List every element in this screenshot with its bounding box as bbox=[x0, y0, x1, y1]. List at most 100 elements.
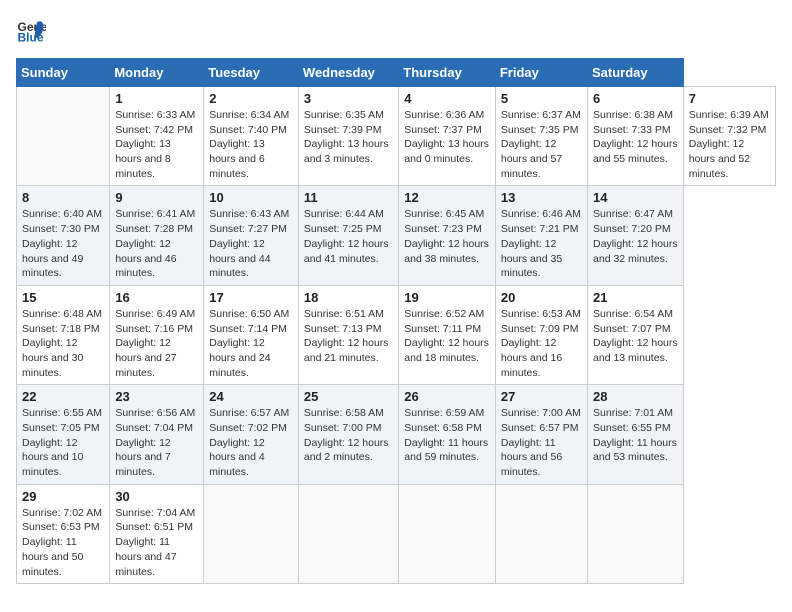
calendar-day-cell: 5 Sunrise: 6:37 AMSunset: 7:35 PMDaylight… bbox=[495, 87, 587, 186]
calendar-day-cell: 1 Sunrise: 6:33 AMSunset: 7:42 PMDaylight… bbox=[110, 87, 204, 186]
calendar-day-cell: 20 Sunrise: 6:53 AMSunset: 7:09 PMDayligh… bbox=[495, 285, 587, 384]
day-number: 2 bbox=[209, 91, 293, 106]
day-number: 29 bbox=[22, 489, 104, 504]
day-number: 18 bbox=[304, 290, 393, 305]
day-info: Sunrise: 6:46 AMSunset: 7:21 PMDaylight:… bbox=[501, 207, 582, 280]
day-info: Sunrise: 6:43 AMSunset: 7:27 PMDaylight:… bbox=[209, 207, 293, 280]
day-info: Sunrise: 6:54 AMSunset: 7:07 PMDaylight:… bbox=[593, 307, 678, 366]
calendar-day-cell: 18 Sunrise: 6:51 AMSunset: 7:13 PMDayligh… bbox=[298, 285, 398, 384]
day-number: 10 bbox=[209, 190, 293, 205]
calendar-day-cell: 30Sunrise: 7:04 AMSunset: 6:51 PMDayligh… bbox=[110, 484, 204, 583]
day-info: Sunrise: 6:38 AMSunset: 7:33 PMDaylight:… bbox=[593, 108, 678, 167]
day-number: 13 bbox=[501, 190, 582, 205]
day-info: Sunrise: 6:57 AMSunset: 7:02 PMDaylight:… bbox=[209, 406, 293, 479]
calendar-week-row: 1 Sunrise: 6:33 AMSunset: 7:42 PMDaylight… bbox=[17, 87, 776, 186]
calendar-day-cell: 7Sunrise: 6:39 AMSunset: 7:32 PMDaylight… bbox=[683, 87, 775, 186]
calendar-week-row: 8Sunrise: 6:40 AMSunset: 7:30 PMDaylight… bbox=[17, 186, 776, 285]
calendar-week-row: 29 Sunrise: 7:02 AMSunset: 6:53 PMDayligh… bbox=[17, 484, 776, 583]
calendar-day-cell: 12 Sunrise: 6:45 AMSunset: 7:23 PMDayligh… bbox=[399, 186, 496, 285]
calendar-day-cell: 17 Sunrise: 6:50 AMSunset: 7:14 PMDayligh… bbox=[204, 285, 299, 384]
calendar-day-cell: 28 Sunrise: 7:01 AMSunset: 6:55 PMDayligh… bbox=[588, 385, 684, 484]
day-info: Sunrise: 7:00 AMSunset: 6:57 PMDaylight:… bbox=[501, 406, 582, 479]
day-number: 24 bbox=[209, 389, 293, 404]
logo-icon: General Blue bbox=[16, 16, 46, 46]
day-number: 27 bbox=[501, 389, 582, 404]
day-number: 28 bbox=[593, 389, 678, 404]
calendar-day-cell: 22Sunrise: 6:55 AMSunset: 7:05 PMDayligh… bbox=[17, 385, 110, 484]
day-number: 14 bbox=[593, 190, 678, 205]
day-info: Sunrise: 6:40 AMSunset: 7:30 PMDaylight:… bbox=[22, 207, 104, 280]
day-info: Sunrise: 6:35 AMSunset: 7:39 PMDaylight:… bbox=[304, 108, 393, 167]
calendar-day-cell: 26Sunrise: 6:59 AMSunset: 6:58 PMDayligh… bbox=[399, 385, 496, 484]
day-number: 23 bbox=[115, 389, 198, 404]
day-number: 21 bbox=[593, 290, 678, 305]
day-info: Sunrise: 6:47 AMSunset: 7:20 PMDaylight:… bbox=[593, 207, 678, 266]
day-of-week-header: Friday bbox=[495, 59, 587, 87]
day-info: Sunrise: 7:01 AMSunset: 6:55 PMDaylight:… bbox=[593, 406, 678, 465]
calendar-week-row: 15Sunrise: 6:48 AMSunset: 7:18 PMDayligh… bbox=[17, 285, 776, 384]
day-number: 16 bbox=[115, 290, 198, 305]
svg-text:Blue: Blue bbox=[18, 31, 44, 45]
day-of-week-header: Monday bbox=[110, 59, 204, 87]
calendar-day-cell: 15Sunrise: 6:48 AMSunset: 7:18 PMDayligh… bbox=[17, 285, 110, 384]
day-number: 1 bbox=[115, 91, 198, 106]
day-info: Sunrise: 6:53 AMSunset: 7:09 PMDaylight:… bbox=[501, 307, 582, 380]
day-of-week-header: Thursday bbox=[399, 59, 496, 87]
calendar-day-cell: 24 Sunrise: 6:57 AMSunset: 7:02 PMDayligh… bbox=[204, 385, 299, 484]
calendar-day-cell: 3 Sunrise: 6:35 AMSunset: 7:39 PMDaylight… bbox=[298, 87, 398, 186]
day-info: Sunrise: 6:56 AMSunset: 7:04 PMDaylight:… bbox=[115, 406, 198, 479]
day-info: Sunrise: 6:37 AMSunset: 7:35 PMDaylight:… bbox=[501, 108, 582, 181]
day-number: 3 bbox=[304, 91, 393, 106]
day-of-week-header: Sunday bbox=[17, 59, 110, 87]
calendar-day-cell: 21 Sunrise: 6:54 AMSunset: 7:07 PMDayligh… bbox=[588, 285, 684, 384]
day-number: 5 bbox=[501, 91, 582, 106]
day-info: Sunrise: 7:02 AMSunset: 6:53 PMDaylight:… bbox=[22, 506, 104, 579]
day-info: Sunrise: 6:34 AMSunset: 7:40 PMDaylight:… bbox=[209, 108, 293, 181]
day-number: 30 bbox=[115, 489, 198, 504]
calendar-day-cell: 4Sunrise: 6:36 AMSunset: 7:37 PMDaylight… bbox=[399, 87, 496, 186]
calendar-day-cell: 11 Sunrise: 6:44 AMSunset: 7:25 PMDayligh… bbox=[298, 186, 398, 285]
calendar-day-cell: 27 Sunrise: 7:00 AMSunset: 6:57 PMDayligh… bbox=[495, 385, 587, 484]
day-info: Sunrise: 6:45 AMSunset: 7:23 PMDaylight:… bbox=[404, 207, 490, 266]
day-info: Sunrise: 6:59 AMSunset: 6:58 PMDaylight:… bbox=[404, 406, 490, 465]
calendar-day-cell: 9 Sunrise: 6:41 AMSunset: 7:28 PMDaylight… bbox=[110, 186, 204, 285]
day-info: Sunrise: 6:49 AMSunset: 7:16 PMDaylight:… bbox=[115, 307, 198, 380]
calendar-table: SundayMondayTuesdayWednesdayThursdayFrid… bbox=[16, 58, 776, 584]
day-info: Sunrise: 6:48 AMSunset: 7:18 PMDaylight:… bbox=[22, 307, 104, 380]
calendar-day-cell: 8Sunrise: 6:40 AMSunset: 7:30 PMDaylight… bbox=[17, 186, 110, 285]
day-info: Sunrise: 6:33 AMSunset: 7:42 PMDaylight:… bbox=[115, 108, 198, 181]
empty-cell bbox=[588, 484, 684, 583]
day-info: Sunrise: 6:52 AMSunset: 7:11 PMDaylight:… bbox=[404, 307, 490, 366]
day-number: 25 bbox=[304, 389, 393, 404]
day-info: Sunrise: 6:50 AMSunset: 7:14 PMDaylight:… bbox=[209, 307, 293, 380]
day-info: Sunrise: 6:44 AMSunset: 7:25 PMDaylight:… bbox=[304, 207, 393, 266]
day-info: Sunrise: 6:51 AMSunset: 7:13 PMDaylight:… bbox=[304, 307, 393, 366]
day-info: Sunrise: 6:58 AMSunset: 7:00 PMDaylight:… bbox=[304, 406, 393, 465]
day-number: 12 bbox=[404, 190, 490, 205]
calendar-header-row: SundayMondayTuesdayWednesdayThursdayFrid… bbox=[17, 59, 776, 87]
day-number: 9 bbox=[115, 190, 198, 205]
calendar-day-cell: 25 Sunrise: 6:58 AMSunset: 7:00 PMDayligh… bbox=[298, 385, 398, 484]
day-number: 20 bbox=[501, 290, 582, 305]
calendar-day-cell: 16 Sunrise: 6:49 AMSunset: 7:16 PMDayligh… bbox=[110, 285, 204, 384]
day-number: 17 bbox=[209, 290, 293, 305]
calendar-day-cell: 14 Sunrise: 6:47 AMSunset: 7:20 PMDayligh… bbox=[588, 186, 684, 285]
calendar-day-cell: 10 Sunrise: 6:43 AMSunset: 7:27 PMDayligh… bbox=[204, 186, 299, 285]
calendar-day-cell: 6 Sunrise: 6:38 AMSunset: 7:33 PMDaylight… bbox=[588, 87, 684, 186]
calendar-day-cell: 13 Sunrise: 6:46 AMSunset: 7:21 PMDayligh… bbox=[495, 186, 587, 285]
day-info: Sunrise: 6:41 AMSunset: 7:28 PMDaylight:… bbox=[115, 207, 198, 280]
logo: General Blue bbox=[16, 16, 50, 46]
calendar-day-cell: 19 Sunrise: 6:52 AMSunset: 7:11 PMDayligh… bbox=[399, 285, 496, 384]
calendar-day-cell: 29 Sunrise: 7:02 AMSunset: 6:53 PMDayligh… bbox=[17, 484, 110, 583]
day-info: Sunrise: 6:39 AMSunset: 7:32 PMDaylight:… bbox=[689, 108, 770, 181]
day-number: 19 bbox=[404, 290, 490, 305]
day-info: Sunrise: 6:55 AMSunset: 7:05 PMDaylight:… bbox=[22, 406, 104, 479]
day-of-week-header: Saturday bbox=[588, 59, 684, 87]
day-number: 4 bbox=[404, 91, 490, 106]
empty-cell bbox=[495, 484, 587, 583]
day-of-week-header: Wednesday bbox=[298, 59, 398, 87]
day-of-week-header: Tuesday bbox=[204, 59, 299, 87]
day-number: 11 bbox=[304, 190, 393, 205]
empty-cell bbox=[17, 87, 110, 186]
day-number: 6 bbox=[593, 91, 678, 106]
